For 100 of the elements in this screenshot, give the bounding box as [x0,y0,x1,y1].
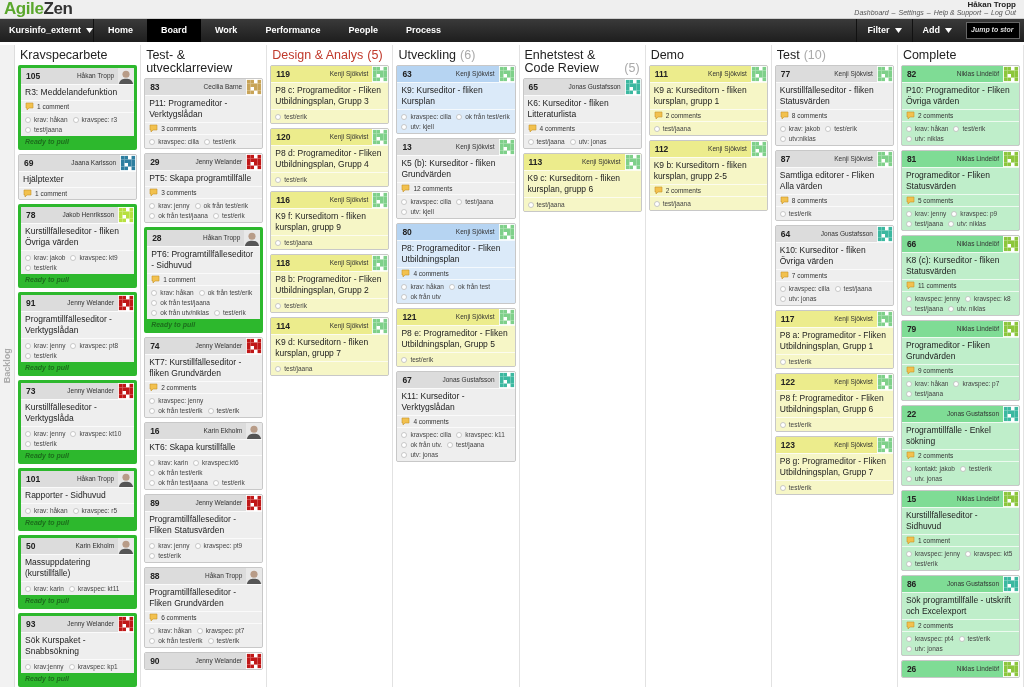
card-title: K10: Kurseditor - fliken Övriga värden [775,242,893,269]
comment-icon [151,275,161,284]
comment-icon [401,269,411,278]
comment-icon [905,196,915,205]
caret-icon [86,28,93,33]
tag-circle-icon [25,254,31,261]
comment-icon [779,271,789,280]
tag-circle-icon [275,113,282,120]
comment-icon [149,124,159,133]
card-number: 22 [906,407,918,421]
card-title: P11: Programeditor - Verktygslådan [145,95,263,122]
column-title: Test- & utvecklarreview [146,49,234,75]
tag-circle-icon [25,430,31,437]
nav-tab[interactable]: Home [94,19,147,42]
tag-circle-icon [456,431,463,438]
tag-circle-icon [905,560,912,567]
card-number: 50 [26,539,37,553]
tag-circle-icon [70,254,77,261]
nav-tab[interactable]: People [334,19,392,42]
project-dropdown[interactable]: Kursinfo_externt [0,19,94,42]
tag-circle-icon [149,469,156,476]
tag-circle-icon [960,465,966,472]
card-number: 29 [150,155,161,169]
card-number: 119 [276,67,291,81]
tag-circle-icon [834,285,841,292]
avatar-icon [118,538,135,554]
tag-circle-icon [905,220,912,227]
tag-circle-icon [905,135,912,142]
card-number: 83 [150,80,161,94]
card-number: 112 [654,142,670,156]
card-title: K9 a: Kurseditorn - fliken kursplan, grupp 1 [649,82,767,109]
tag-circle-icon [401,208,408,215]
tag-circle-icon [779,358,786,365]
avatar-icon [244,230,261,246]
tag-circle-icon [25,264,31,271]
card-number: 116 [276,193,291,207]
tag-circle-icon [275,365,282,372]
tag-circle-icon [149,542,156,549]
comment-icon [401,184,411,193]
card-number: 101 [26,472,42,486]
card-number: 90 [150,654,161,668]
card-number: 87 [780,152,792,166]
card-number: 82 [906,67,918,81]
tag-circle-icon [25,585,31,592]
tag-circle-icon [953,380,960,387]
card-title: K5 (b): Kurseditor - fliken Grundvärden [397,155,515,182]
nav-menu[interactable]: Filter [856,19,912,42]
card-title: K8 (c): Kurseditor - fliken Statusvärden [901,252,1019,279]
card-title: PT5: Skapa programtillfälle [145,170,263,186]
tag-circle-icon [193,459,200,466]
card-title: K9: Kurseditor - fliken Kursplan [397,82,515,109]
column-count: (5) [367,49,383,62]
avatar-icon [118,68,135,84]
tag-circle-icon [401,356,408,363]
comment-icon [149,613,159,622]
nav-tab[interactable]: Work [201,19,252,42]
card-title: K9 b: Kurseditorn - fliken kursplan, grupp 2-5 [649,157,767,184]
card-number: 88 [150,569,161,583]
card-title: Rapporter - Sidhuvud [21,487,135,503]
card-title: Programeditor - Fliken Grundvärden [901,337,1019,364]
user-name: Håkan Tropp [967,0,1016,9]
card-number: 78 [26,208,37,222]
column-title: Design & Analys [272,49,364,62]
card-number: 105 [26,69,42,83]
card-title: KT6: Skapa kurstillfälle [145,439,263,455]
nav-tab[interactable]: Board [147,19,202,42]
nav-menu[interactable]: Add [911,19,962,42]
card-title: KT7: Kurstillfälleseditor - fliken Grundvärden [145,354,263,381]
tag-circle-icon [149,637,156,644]
tag-circle-icon [653,125,660,132]
card-number: 117 [780,312,796,326]
tag-circle-icon [151,309,158,316]
card-title: Programtillfälle - Enkel sökning [901,422,1019,449]
column-count: (5) [624,62,640,75]
tag-circle-icon [72,116,79,123]
card-title: R3: Meddelandefunktion [21,84,135,100]
card-title: K9 c: Kurseditorn - fliken kursplan, grupp 6 [523,170,641,197]
tag-circle-icon [149,479,156,486]
card-number: 16 [150,424,161,438]
logo[interactable]: AgileZen [0,0,73,18]
column-title: Demo [650,49,684,62]
comment-icon [23,189,32,198]
nav-tab[interactable]: Performance [251,19,335,42]
comment-icon [905,281,915,290]
column-title: Enhetstest & Code Review [524,49,600,75]
column-count: (6) [460,49,476,62]
tag-circle-icon [779,295,786,302]
tag-circle-icon [207,637,214,644]
comment-icon [779,111,789,120]
card-title: Kurstillfälleseditor - Verktygslåda [21,399,135,426]
tag-circle-icon [401,113,408,120]
nav-tab[interactable]: Process [391,19,455,42]
card-number: 77 [780,67,792,81]
tag-circle-icon [70,430,77,437]
tag-circle-icon [275,239,282,246]
column-title: Test [776,49,800,62]
card-number: 120 [276,130,292,144]
card-number: 81 [906,152,918,166]
tag-circle-icon [948,220,955,227]
caret-icon [945,28,952,33]
